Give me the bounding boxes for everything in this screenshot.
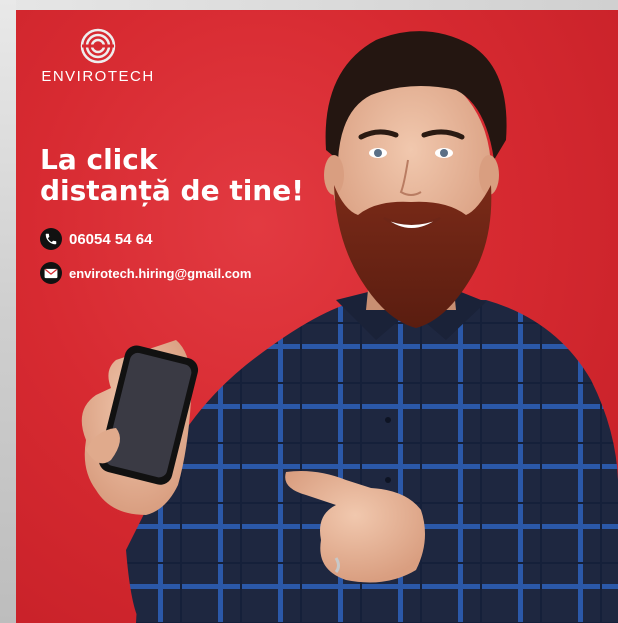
concentric-circles-icon (80, 28, 116, 64)
phone-contact[interactable]: 06054 54 64 (40, 228, 152, 250)
brand-name: ENVIROTECH (41, 68, 155, 85)
headline-line-2: distanță de tine! (40, 174, 305, 207)
outer-frame-top (0, 0, 618, 10)
headline-line-1: La click (40, 143, 158, 176)
outer-frame-left (0, 0, 16, 623)
phone-icon (40, 228, 62, 250)
envelope-icon (40, 262, 62, 284)
man-with-phone-illustration (81, 31, 618, 623)
advert-poster: ENVIROTECH La click distanță de tine! 06… (16, 10, 618, 623)
envirotech-logo: ENVIROTECH (38, 28, 158, 88)
email-contact[interactable]: envirotech.hiring@gmail.com (40, 262, 251, 284)
headline: La click distanță de tine! (40, 144, 360, 206)
email-address: envirotech.hiring@gmail.com (69, 265, 252, 281)
phone-number: 06054 54 64 (69, 230, 153, 248)
